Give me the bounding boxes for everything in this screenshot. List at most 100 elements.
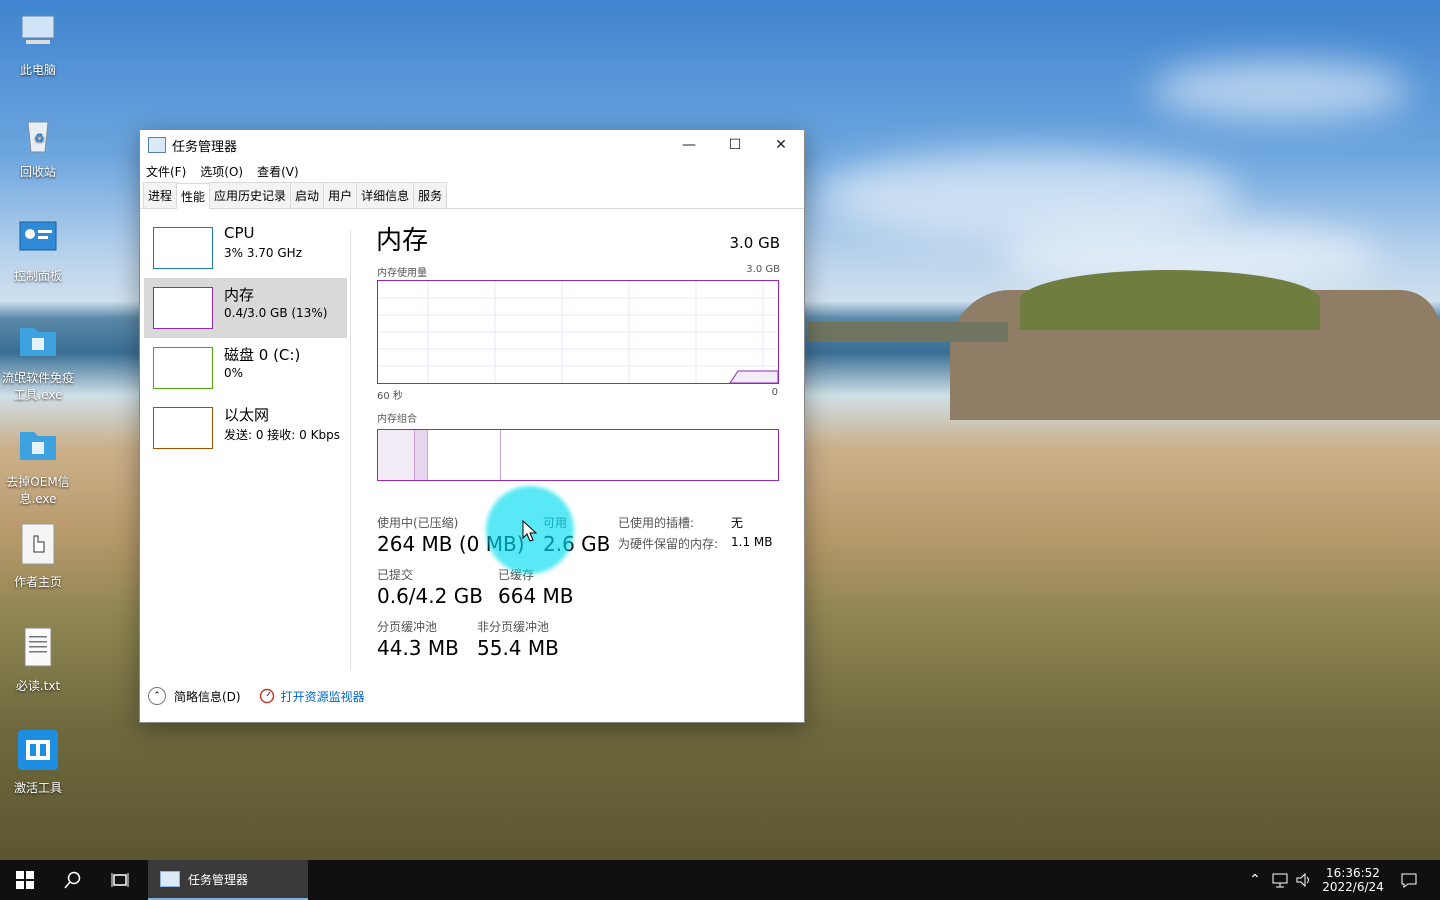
reserved-label: 为硬件保留的内存: — [618, 537, 719, 551]
sidebar-item-sub: 0% — [224, 366, 244, 380]
composition-standby — [428, 430, 501, 480]
desktop-icon-immunity-tool[interactable]: 流氓软件免疫工具.exe — [1, 318, 75, 403]
nonpaged-pool-label: 非分页缓冲池 — [477, 620, 550, 634]
notifications-button[interactable] — [1392, 860, 1426, 900]
in-use-label: 使用中(已压缩) — [377, 516, 459, 530]
recycle-bin-icon: ♻ — [27, 121, 49, 153]
sidebar-item-sub: 3% 3.70 GHz — [224, 246, 303, 260]
activation-tool-icon — [18, 730, 58, 770]
show-hidden-icons-button[interactable]: ⌃ — [1244, 860, 1266, 900]
cpu-thumbnail — [153, 227, 213, 269]
taskbar-app-label: 任务管理器 — [188, 872, 249, 887]
volume-button[interactable] — [1292, 860, 1316, 900]
slots-value: 无 — [731, 516, 744, 530]
fewer-details-link[interactable]: 简略信息(D) — [174, 688, 241, 705]
taskbar-app-task-manager[interactable]: 任务管理器 — [148, 860, 308, 900]
reserved-value: 1.1 MB — [731, 535, 773, 549]
desktop-icon-label: 此电脑 — [19, 63, 56, 77]
sidebar-item-ethernet[interactable]: 以太网 发送: 0 接收: 0 Kbps — [144, 398, 347, 458]
memory-usage-chart — [377, 280, 779, 384]
text-file-icon — [24, 627, 52, 667]
disk-thumbnail — [153, 347, 213, 389]
start-button[interactable] — [0, 860, 50, 900]
search-icon — [64, 871, 81, 889]
desktop-icon-activation-tool[interactable]: 激活工具 — [1, 728, 75, 796]
resource-monitor-icon — [259, 688, 274, 704]
search-button[interactable] — [50, 860, 96, 900]
windows-logo-icon — [16, 871, 34, 889]
panel-divider — [350, 230, 351, 670]
desktop-icon-author-page[interactable]: 作者主页 — [1, 522, 75, 590]
desktop-icon-label: 回收站 — [19, 165, 56, 179]
speaker-icon — [1296, 872, 1309, 888]
performance-sidebar: CPU 3% 3.70 GHz 内存 0.4/3.0 GB (13%) 磁盘 0… — [144, 218, 347, 670]
svg-text:♻: ♻ — [34, 131, 45, 145]
desktop-icon-this-pc[interactable]: 此电脑 — [1, 10, 75, 78]
window-footer: ⌃ 简略信息(D) 打开资源监视器 — [148, 687, 365, 705]
desktop-icon-control-panel[interactable]: 控制面板 — [1, 216, 75, 284]
chevron-up-icon: ⌃ — [148, 687, 166, 705]
clock-time: 16:36:52 — [1326, 866, 1380, 880]
sidebar-item-title: CPU — [224, 224, 255, 242]
clock[interactable]: 16:36:52 2022/6/24 — [1316, 860, 1390, 900]
minimize-button[interactable]: — — [666, 130, 712, 160]
committed-value: 0.6/4.2 GB — [377, 584, 483, 608]
paged-pool-label: 分页缓冲池 — [377, 620, 438, 634]
tab-details[interactable]: 详细信息 — [356, 182, 415, 208]
desktop-icon-label: 必读.txt — [15, 679, 61, 693]
desktop-icon-label: 激活工具 — [13, 781, 62, 795]
sidebar-item-sub: 0.4/3.0 GB (13%) — [224, 306, 328, 320]
sidebar-item-cpu[interactable]: CPU 3% 3.70 GHz — [144, 218, 347, 278]
desktop-icon-recycle-bin[interactable]: ♻ 回收站 — [1, 112, 75, 180]
slots-label: 已使用的插槽: — [618, 516, 695, 530]
desktop-icon-readme[interactable]: 必读.txt — [1, 626, 75, 694]
window-title: 任务管理器 — [172, 139, 238, 155]
chevron-up-icon: ⌃ — [1249, 872, 1261, 888]
menu-file[interactable]: 文件(F) — [146, 163, 186, 180]
title-bar[interactable]: 任务管理器 — ☐ ✕ — [140, 130, 804, 160]
chart-time-left: 60 秒 — [377, 391, 403, 402]
tab-startup[interactable]: 启动 — [290, 182, 325, 208]
app-folder-icon — [20, 328, 56, 356]
sidebar-item-sub: 发送: 0 接收: 0 Kbps — [224, 428, 340, 442]
menu-view[interactable]: 查看(V) — [257, 163, 299, 180]
desktop-icon-remove-oem[interactable]: 去掉OEM信息.exe — [1, 422, 75, 507]
tab-performance[interactable]: 性能 — [176, 183, 211, 209]
task-manager-icon — [160, 871, 180, 887]
hand-pointer-icon — [21, 523, 55, 565]
task-view-button[interactable] — [96, 860, 144, 900]
maximize-button[interactable]: ☐ — [712, 130, 758, 160]
close-button[interactable]: ✕ — [758, 130, 804, 160]
task-manager-window: 任务管理器 — ☐ ✕ 文件(F) 选项(O) 查看(V) 进程 性能 应用历史… — [139, 129, 805, 723]
sidebar-item-title: 磁盘 0 (C:) — [224, 346, 301, 364]
open-resource-monitor-link[interactable]: 打开资源监视器 — [281, 688, 365, 705]
memory-total: 3.0 GB — [729, 234, 780, 252]
desktop-icon-label: 作者主页 — [13, 575, 62, 589]
taskbar: 任务管理器 ⌃ 16:36:52 2022/6/24 — [0, 860, 1440, 900]
usage-chart-label: 内存使用量 — [377, 268, 427, 279]
composition-modified — [415, 430, 428, 480]
clock-date: 2022/6/24 — [1322, 880, 1384, 894]
tab-processes[interactable]: 进程 — [143, 182, 178, 208]
tab-services[interactable]: 服务 — [413, 182, 448, 208]
memory-thumbnail — [153, 287, 213, 329]
tab-users[interactable]: 用户 — [323, 182, 358, 208]
paged-pool-value: 44.3 MB — [377, 636, 459, 660]
sidebar-item-memory[interactable]: 内存 0.4/3.0 GB (13%) — [144, 278, 347, 338]
desktop-icon-label: 流氓软件免疫工具.exe — [1, 371, 74, 402]
network-button[interactable] — [1268, 860, 1292, 900]
panel-title: 内存 — [376, 226, 429, 256]
task-manager-icon — [148, 137, 166, 153]
usage-chart-max: 3.0 GB — [746, 264, 780, 275]
tab-app-history[interactable]: 应用历史记录 — [209, 182, 292, 208]
menu-options[interactable]: 选项(O) — [200, 163, 243, 180]
sidebar-item-title: 内存 — [224, 286, 255, 304]
task-view-icon — [111, 873, 129, 887]
notification-icon — [1401, 873, 1417, 888]
mouse-cursor-icon — [522, 520, 538, 542]
memory-composition-bar — [377, 429, 779, 481]
sidebar-item-disk[interactable]: 磁盘 0 (C:) 0% — [144, 338, 347, 398]
cached-value: 664 MB — [498, 584, 574, 608]
composition-label: 内存组合 — [377, 414, 417, 425]
committed-label: 已提交 — [377, 568, 414, 582]
